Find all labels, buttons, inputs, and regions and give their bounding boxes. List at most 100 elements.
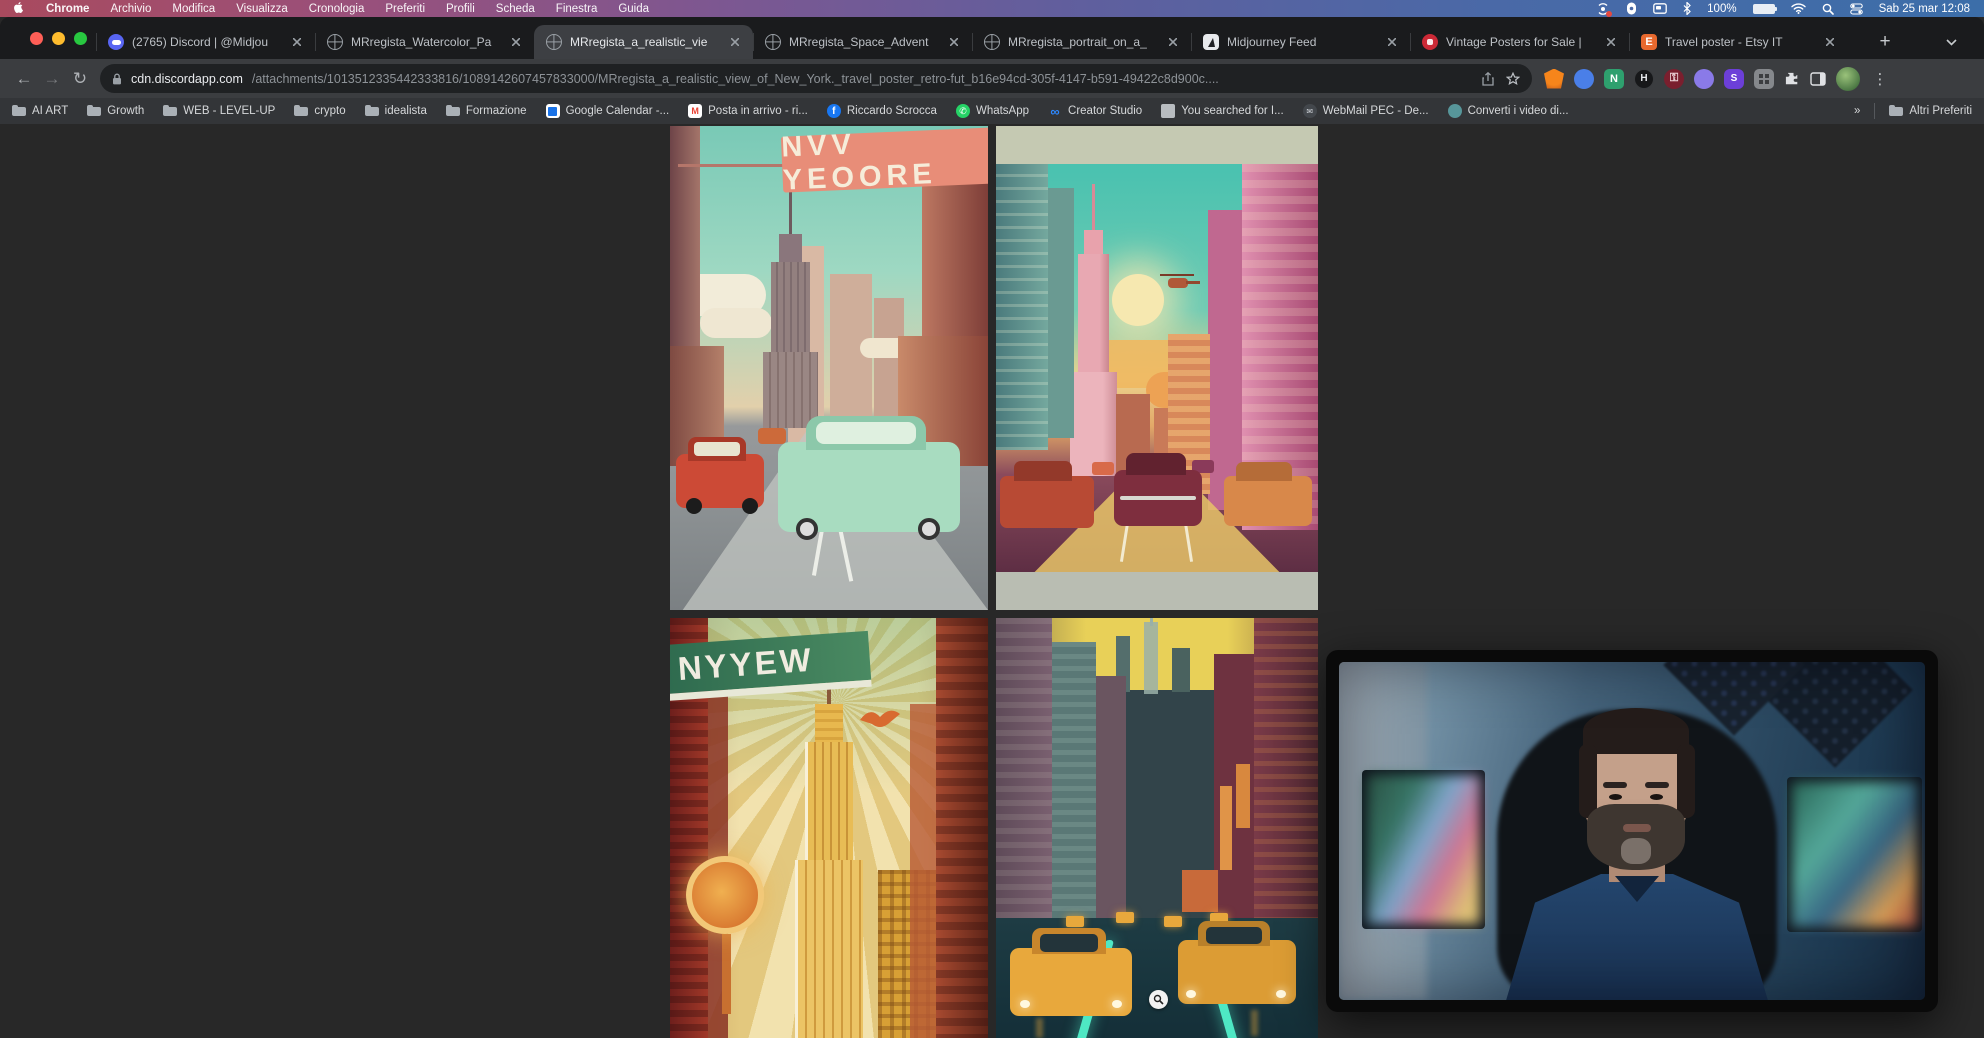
- new-tab-button[interactable]: +: [1872, 29, 1898, 55]
- close-tab-icon[interactable]: [946, 34, 962, 50]
- extension-icon[interactable]: [1754, 69, 1774, 89]
- bookmarks-overflow-chevron[interactable]: »: [1854, 105, 1860, 117]
- close-tab-icon[interactable]: [727, 34, 743, 50]
- extension-icon[interactable]: [1724, 69, 1744, 89]
- close-tab-icon[interactable]: [289, 34, 305, 50]
- menu-app-name[interactable]: Chrome: [46, 3, 89, 15]
- menu-item-guida[interactable]: Guida: [618, 3, 649, 15]
- menu-item-profili[interactable]: Profili: [446, 3, 475, 15]
- close-window-button[interactable]: [30, 32, 43, 45]
- empire-state-building: [1092, 184, 1095, 234]
- tab-watercolor[interactable]: MRregista_Watercolor_Pa: [315, 25, 534, 59]
- share-icon[interactable]: [1482, 72, 1494, 86]
- poster-top-left[interactable]: NVV YEOORE: [670, 126, 988, 610]
- close-tab-icon[interactable]: [1603, 34, 1619, 50]
- poster-top-right[interactable]: [996, 126, 1318, 610]
- tab-midjourney-feed[interactable]: Midjourney Feed: [1191, 25, 1410, 59]
- bookmark-star-icon[interactable]: [1506, 72, 1520, 86]
- gmail-icon: [688, 104, 702, 118]
- minimize-window-button[interactable]: [52, 32, 65, 45]
- display-icon[interactable]: [1653, 3, 1667, 14]
- menu-item-visualizza[interactable]: Visualizza: [236, 3, 288, 15]
- extension-icon[interactable]: [1574, 69, 1594, 89]
- close-tab-icon[interactable]: [1165, 34, 1181, 50]
- bookmark-folder-growth[interactable]: Growth: [87, 104, 144, 118]
- lock-icon[interactable]: [112, 73, 122, 85]
- forward-button[interactable]: →: [38, 65, 66, 93]
- bookmark-gmail-inbox[interactable]: Posta in arrivo - ri...: [688, 104, 808, 118]
- menu-item-modifica[interactable]: Modifica: [172, 3, 215, 15]
- folder-icon: [294, 104, 308, 118]
- screen-recording-icon[interactable]: [1596, 3, 1610, 15]
- menu-item-cronologia[interactable]: Cronologia: [309, 3, 365, 15]
- tab-strip: (2765) Discord | @Midjou MRregista_Water…: [0, 17, 1984, 59]
- reload-button[interactable]: ↻: [66, 65, 94, 93]
- poster-bottom-right[interactable]: [996, 618, 1318, 1038]
- bookmark-creator-studio[interactable]: Creator Studio: [1048, 104, 1142, 118]
- browser-toolbar: ← → ↻ cdn.discordapp.com /attachments/10…: [0, 59, 1984, 98]
- wifi-icon[interactable]: [1791, 3, 1806, 14]
- bookmark-folder-formazione[interactable]: Formazione: [446, 104, 527, 118]
- tab-space-adventure[interactable]: MRregista_Space_Advent: [753, 25, 972, 59]
- bookmark-converti-video[interactable]: Converti i video di...: [1448, 104, 1569, 118]
- close-tab-icon[interactable]: [1822, 34, 1838, 50]
- bookmarks-separator: [1874, 103, 1875, 119]
- other-bookmarks-folder[interactable]: Altri Preferiti: [1889, 104, 1972, 118]
- folder-icon: [163, 104, 177, 118]
- bookmark-whatsapp[interactable]: WhatsApp: [956, 104, 1029, 118]
- menu-item-scheda[interactable]: Scheda: [496, 3, 535, 15]
- bookmark-you-searched[interactable]: You searched for I...: [1161, 104, 1284, 118]
- menu-clock[interactable]: Sab 25 mar 12:08: [1879, 3, 1970, 15]
- extension-password-icon[interactable]: [1664, 69, 1684, 89]
- tab-etsy[interactable]: Travel poster - Etsy IT: [1629, 25, 1848, 59]
- zoom-cursor-icon: [1149, 990, 1168, 1009]
- extension-icon[interactable]: [1604, 69, 1624, 89]
- extension-metamask-icon[interactable]: [1544, 69, 1564, 89]
- onepassword-icon[interactable]: [1626, 2, 1637, 15]
- webcam-video: [1339, 662, 1925, 1000]
- macos-menu-bar: Chrome Archivio Modifica Visualizza Cron…: [0, 0, 1984, 17]
- close-tab-icon[interactable]: [508, 34, 524, 50]
- menu-item-archivio[interactable]: Archivio: [110, 3, 151, 15]
- close-tab-icon[interactable]: [1384, 34, 1400, 50]
- profile-avatar[interactable]: [1836, 67, 1860, 91]
- tab-realistic-view-active[interactable]: MRregista_a_realistic_vie: [534, 25, 753, 59]
- tab-vintage-posters[interactable]: Vintage Posters for Sale |: [1410, 25, 1629, 59]
- poster-banner-text: NVV YEOORE: [781, 127, 988, 192]
- address-bar[interactable]: cdn.discordapp.com /attachments/10135123…: [100, 64, 1532, 93]
- bookmark-google-calendar[interactable]: Google Calendar -...: [546, 104, 670, 118]
- fullscreen-window-button[interactable]: [74, 32, 87, 45]
- tab-search-chevron-icon[interactable]: [1938, 29, 1964, 55]
- bird-icon: [858, 704, 902, 730]
- poster-bottom-left[interactable]: NYYEW: [670, 618, 988, 1038]
- spotlight-search-icon[interactable]: [1822, 3, 1834, 15]
- bookmark-folder-idealista[interactable]: idealista: [365, 104, 427, 118]
- url-path: /attachments/1013512335442333816/1089142…: [252, 72, 1473, 86]
- bookmark-folder-web-level-up[interactable]: WEB - LEVEL-UP: [163, 104, 275, 118]
- extension-icon[interactable]: [1634, 69, 1654, 89]
- folder-icon: [87, 104, 101, 118]
- bookmark-folder-ai-art[interactable]: AI ART: [12, 104, 68, 118]
- sidebar-panel-icon[interactable]: [1810, 72, 1826, 86]
- tab-portrait[interactable]: MRregista_portrait_on_a_: [972, 25, 1191, 59]
- empire-state-building: [1144, 622, 1158, 694]
- bookmark-webmail-pec[interactable]: WebMail PEC - De...: [1303, 104, 1429, 118]
- apple-logo-icon[interactable]: [14, 2, 25, 15]
- calendar-icon: [546, 104, 560, 118]
- chrome-menu-kebab-icon[interactable]: ⋮: [1870, 70, 1890, 88]
- etsy-favicon: [1641, 34, 1657, 50]
- globe-favicon: [546, 34, 562, 50]
- back-button[interactable]: ←: [10, 65, 38, 93]
- tab-discord[interactable]: (2765) Discord | @Midjou: [96, 25, 315, 59]
- extension-icon[interactable]: [1694, 69, 1714, 89]
- converter-icon: [1448, 104, 1462, 118]
- menu-item-preferiti[interactable]: Preferiti: [385, 3, 425, 15]
- bookmark-facebook-profile[interactable]: Riccardo Scrocca: [827, 104, 937, 118]
- sun: [1112, 274, 1164, 326]
- control-center-icon[interactable]: [1850, 3, 1863, 15]
- battery-icon[interactable]: [1753, 4, 1775, 14]
- extensions-puzzle-icon[interactable]: [1784, 71, 1800, 87]
- bookmark-folder-crypto[interactable]: crypto: [294, 104, 345, 118]
- bluetooth-icon[interactable]: [1683, 2, 1691, 15]
- menu-item-finestra[interactable]: Finestra: [556, 3, 598, 15]
